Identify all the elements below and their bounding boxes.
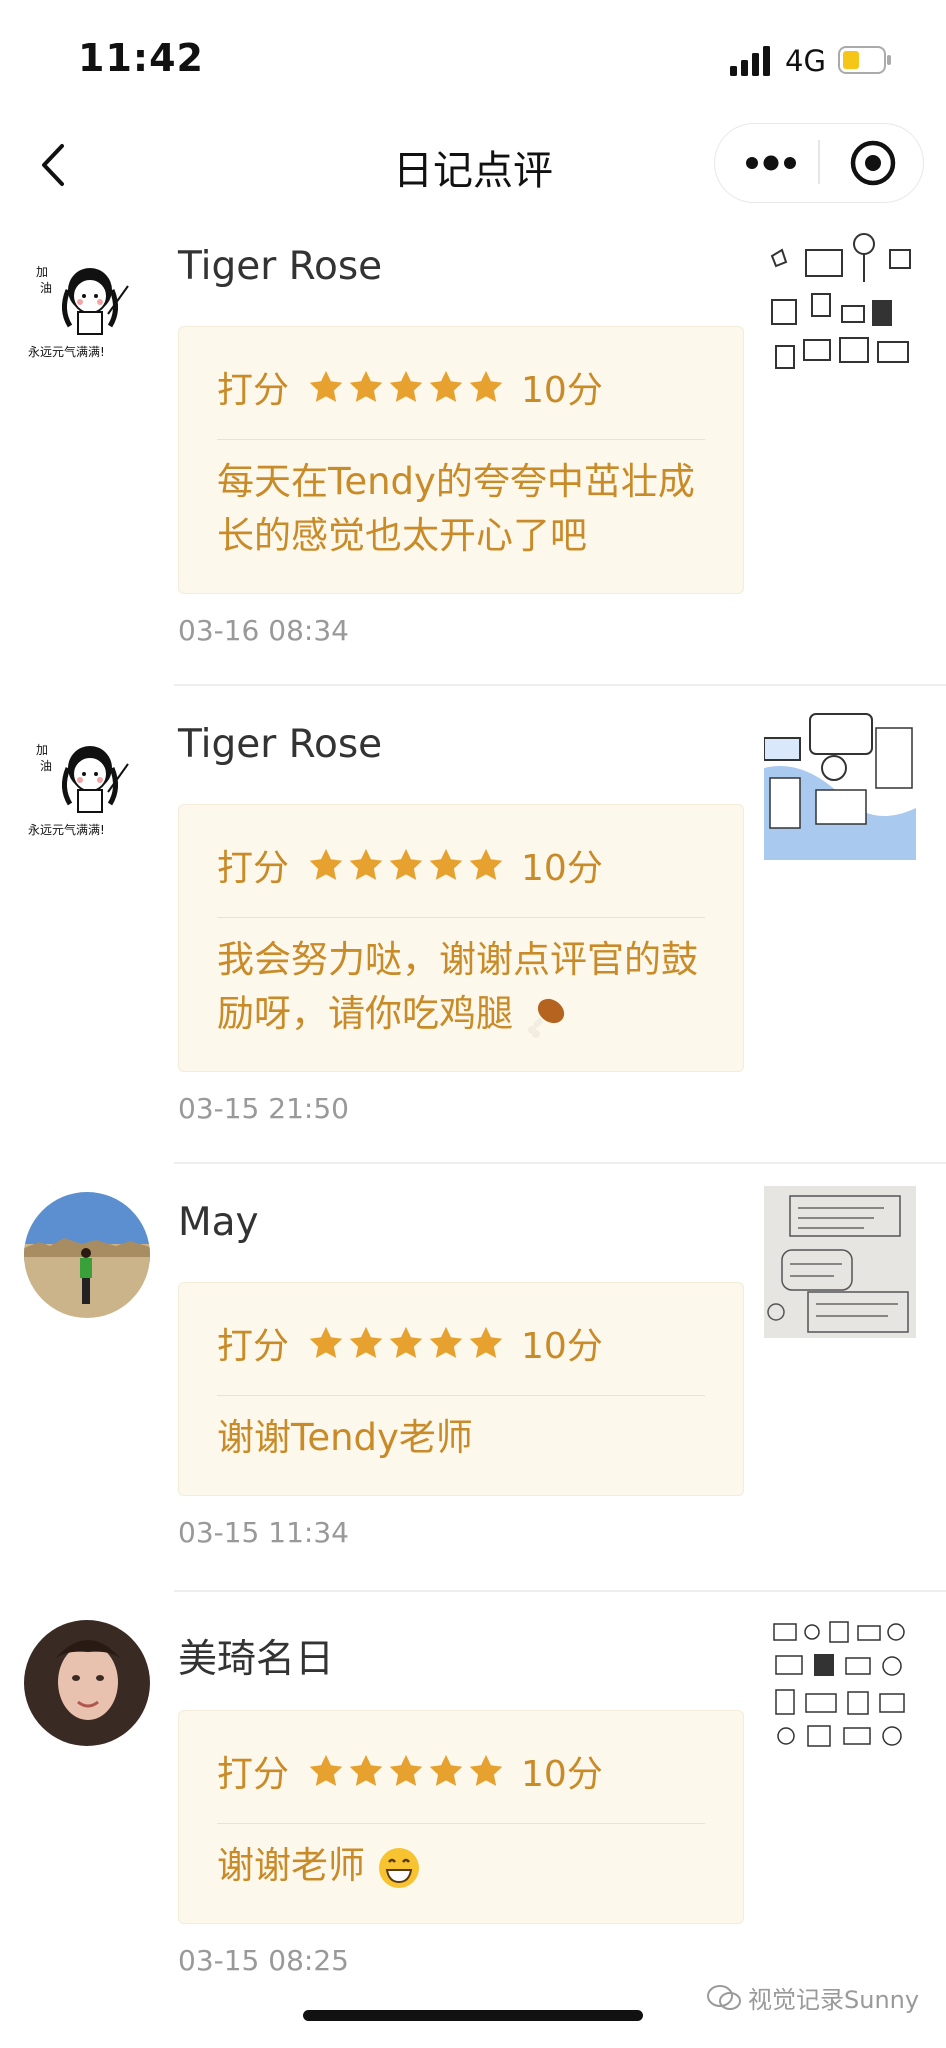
sketch-icons-image: [764, 230, 916, 382]
commenter-name[interactable]: May: [178, 1200, 259, 1245]
svg-text:油: 油: [40, 281, 52, 295]
star-icon: [429, 1754, 463, 1786]
score-value: 10分: [521, 848, 603, 889]
score-value: 10分: [521, 1326, 603, 1367]
star-icon: [389, 1326, 423, 1358]
comment-text: 每天在Tendy的夸夸中茁壮成长的感觉也太开心了吧: [217, 460, 695, 557]
score-row: 打分 10分: [217, 1313, 603, 1373]
star-rating: [307, 368, 507, 406]
status-bar: 11:42 4G: [0, 0, 946, 120]
star-icon: [469, 370, 503, 402]
comment-card: 打分 10分 每天在Tendy的夸夸中茁壮成长的感觉也太开心了吧: [178, 326, 744, 594]
star-icon: [429, 848, 463, 880]
comment-text: 谢谢Tendy老师: [217, 1416, 473, 1459]
score-row: 打分 10分: [217, 357, 603, 417]
comment-card: 打分 10分 谢谢Tendy老师: [178, 1282, 744, 1496]
comment-card: 打分 10分 谢谢老师: [178, 1710, 744, 1924]
diary-thumbnail[interactable]: [764, 1186, 916, 1338]
card-divider: [217, 1395, 705, 1396]
cellular-signal-icon: [730, 46, 770, 76]
wechat-official-account-icon: [707, 1984, 741, 2010]
commenter-name[interactable]: Tiger Rose: [178, 244, 382, 289]
avatar-caption: 永远元气满满!: [28, 344, 105, 359]
score-label: 打分: [217, 370, 290, 411]
star-icon: [469, 1754, 503, 1786]
comment-time: 03-15 08:25: [178, 1944, 349, 1977]
star-icon: [469, 848, 503, 880]
comment-text-block: 谢谢老师: [217, 1839, 707, 1893]
star-icon: [349, 1326, 383, 1358]
capsule-divider: [818, 140, 820, 184]
diary-thumbnail[interactable]: [764, 1614, 916, 1766]
avatar[interactable]: [24, 1620, 150, 1746]
sketch-notes-image: [764, 708, 916, 860]
diary-thumbnail[interactable]: [764, 708, 916, 860]
comment-card: 打分 10分 我会努力哒，谢谢点评官的鼓励呀，请你吃鸡腿: [178, 804, 744, 1072]
score-value: 10分: [521, 1754, 603, 1795]
commenter-name[interactable]: Tiger Rose: [178, 722, 382, 767]
list-divider: [174, 684, 946, 686]
comment-time: 03-15 11:34: [178, 1516, 349, 1549]
star-icon: [349, 370, 383, 402]
star-icon: [429, 1326, 463, 1358]
handwritten-notes-image: [764, 1186, 916, 1338]
score-row: 打分 10分: [217, 835, 603, 895]
network-type: 4G: [785, 44, 826, 78]
close-miniprogram-icon[interactable]: [848, 138, 898, 188]
watermark-text: 视觉记录Sunny: [748, 1986, 920, 2014]
drumstick-emoji-icon: [527, 998, 564, 1038]
score-label: 打分: [217, 848, 290, 889]
svg-text:加: 加: [36, 743, 48, 757]
home-indicator[interactable]: [303, 2010, 643, 2021]
card-divider: [217, 439, 705, 440]
more-options-icon[interactable]: [744, 148, 798, 178]
score-row: 打分 10分: [217, 1741, 603, 1801]
star-icon: [349, 848, 383, 880]
comment-time: 03-15 21:50: [178, 1092, 349, 1125]
battery-icon: [838, 46, 891, 74]
watermark: 视觉记录Sunny: [706, 1980, 919, 2015]
desert-photo-image: [24, 1192, 150, 1318]
star-icon: [389, 1754, 423, 1786]
comment-time: 03-16 08:34: [178, 614, 349, 647]
sticker-girl-image: 加 油 永远元气满满!: [24, 250, 150, 376]
card-divider: [217, 1823, 705, 1824]
list-divider: [174, 1590, 946, 1592]
star-rating: [307, 1324, 507, 1362]
avatar-caption: 永远元气满满!: [28, 822, 105, 837]
comment-text-block: 我会努力哒，谢谢点评官的鼓励呀，请你吃鸡腿: [217, 933, 707, 1041]
score-label: 打分: [217, 1754, 290, 1795]
commenter-name[interactable]: 美琦名日: [178, 1628, 334, 1684]
grinning-face-emoji-icon: [378, 1847, 419, 1888]
avatar[interactable]: [24, 1192, 150, 1318]
card-divider: [217, 917, 705, 918]
diary-thumbnail[interactable]: [764, 230, 916, 382]
star-icon: [389, 848, 423, 880]
star-icon: [469, 1326, 503, 1358]
status-time: 11:42: [78, 36, 204, 80]
star-rating: [307, 1752, 507, 1790]
star-rating: [307, 846, 507, 884]
star-icon: [309, 370, 343, 402]
portrait-photo-image: [24, 1620, 150, 1746]
comment-text: 我会努力哒，谢谢点评官的鼓励呀，请你吃鸡腿: [217, 938, 698, 1035]
list-divider: [174, 1162, 946, 1164]
star-icon: [309, 1326, 343, 1358]
avatar[interactable]: 加 油 永远元气满满!: [24, 250, 150, 376]
sticker-girl-image: 加 油 永远元气满满!: [24, 728, 150, 854]
svg-text:加: 加: [36, 265, 48, 279]
comment-text: 谢谢老师: [217, 1844, 365, 1887]
star-icon: [309, 1754, 343, 1786]
star-icon: [349, 1754, 383, 1786]
svg-text:油: 油: [40, 759, 52, 773]
star-icon: [389, 370, 423, 402]
star-icon: [429, 370, 463, 402]
avatar[interactable]: 加 油 永远元气满满!: [24, 728, 150, 854]
score-label: 打分: [217, 1326, 290, 1367]
star-icon: [309, 848, 343, 880]
doodle-icons-image: [764, 1614, 916, 1766]
score-value: 10分: [521, 370, 603, 411]
